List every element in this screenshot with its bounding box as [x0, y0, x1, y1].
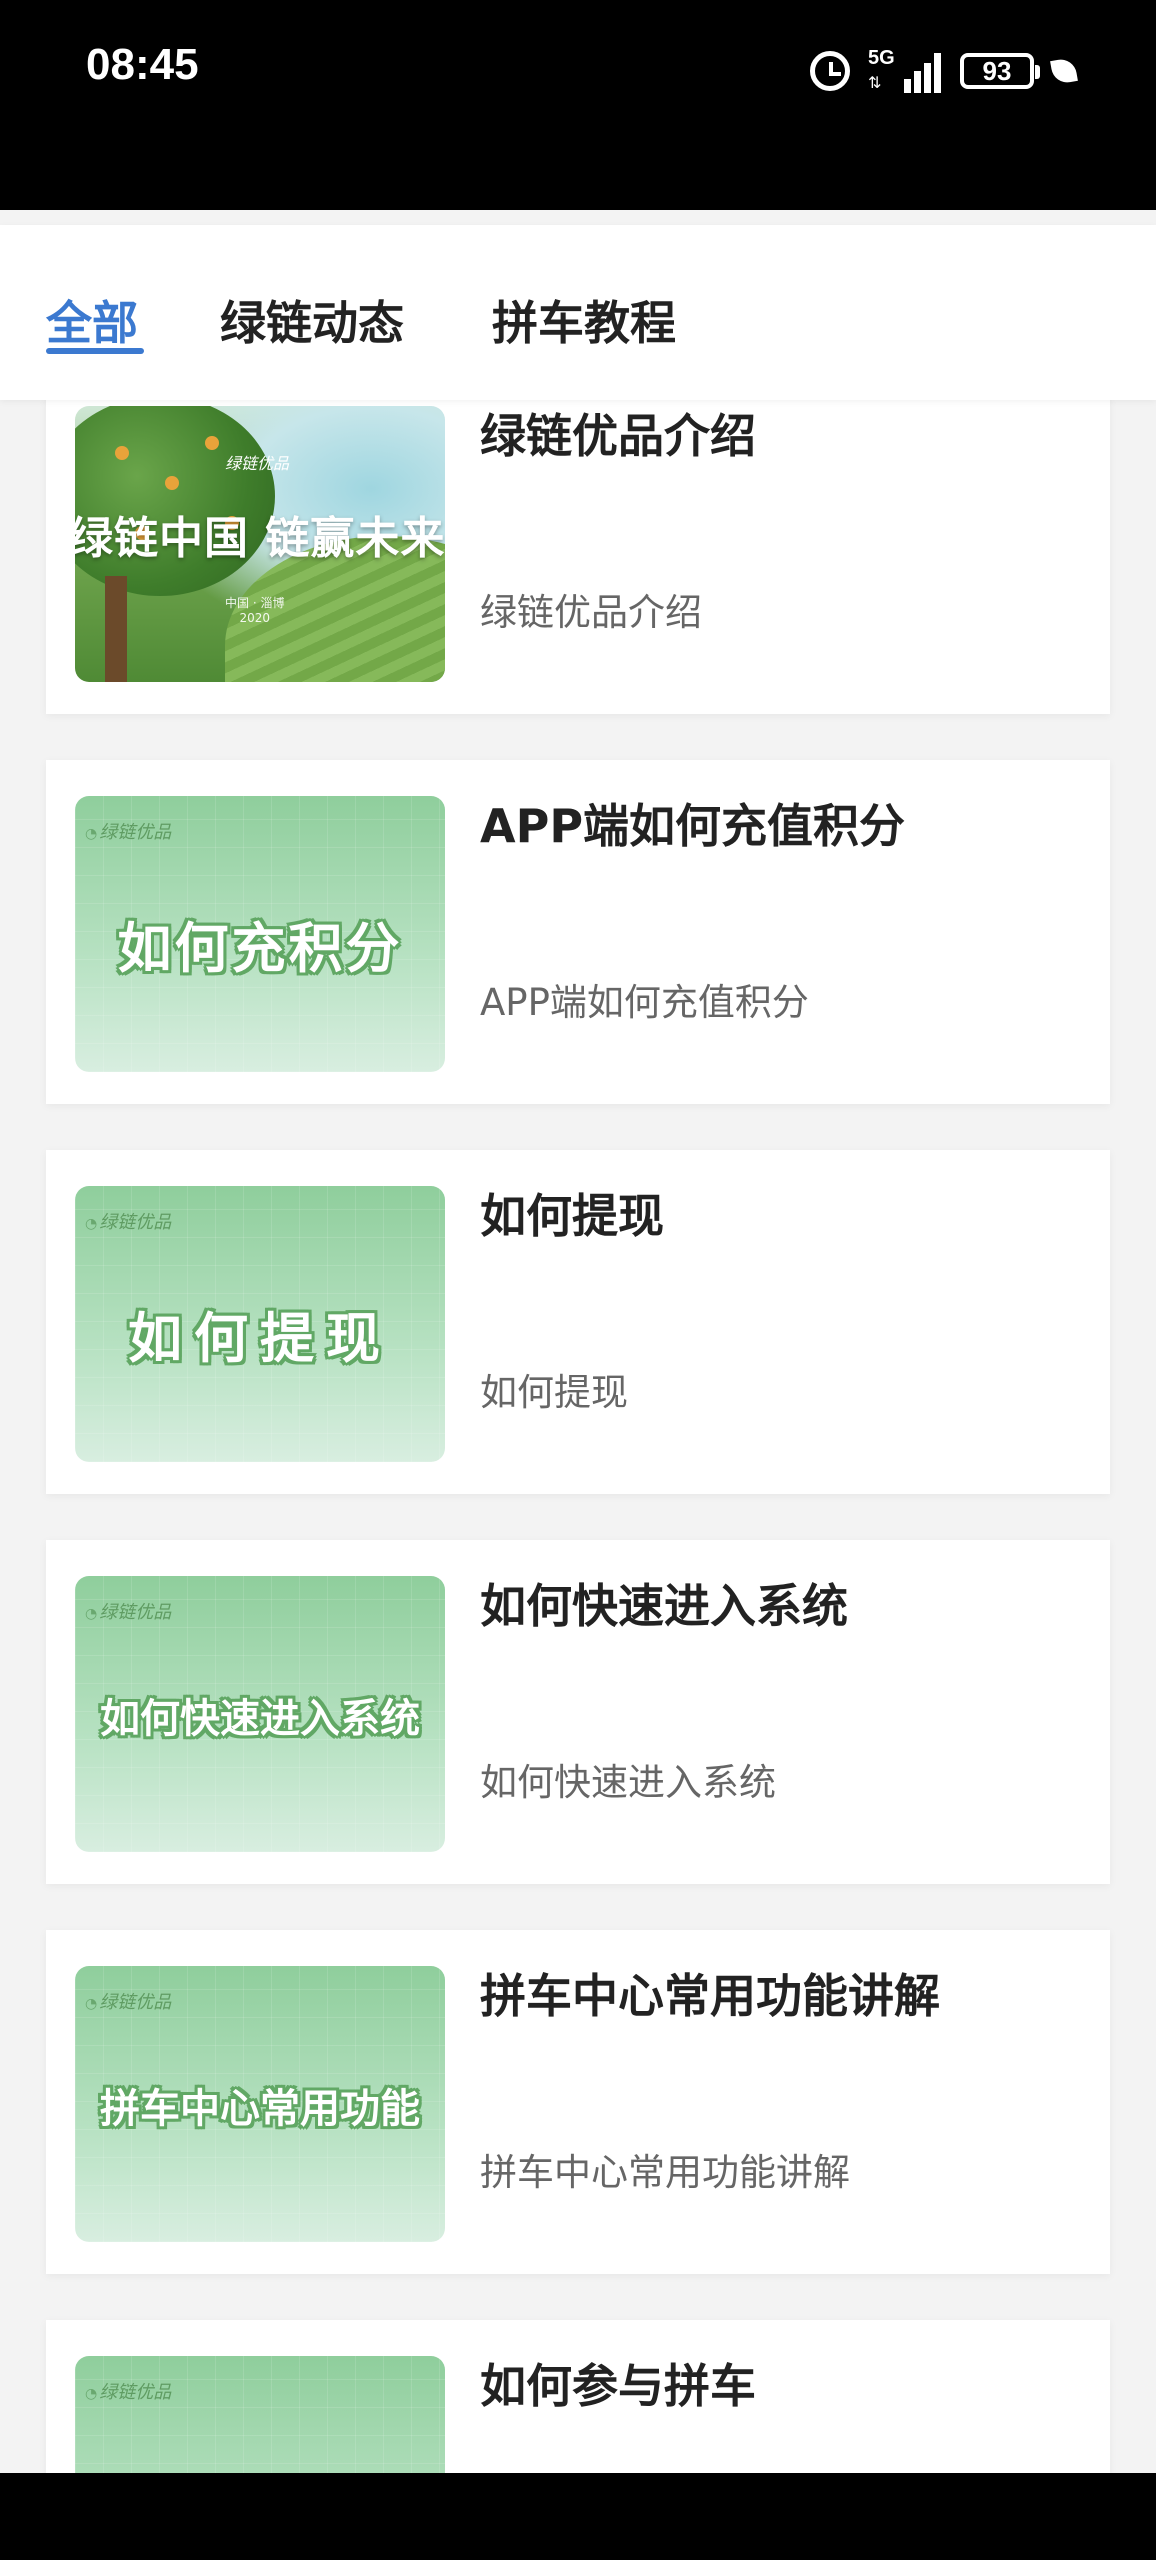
list-item[interactable]: 绿链优品 如何充积分 APP端如何充值积分 APP端如何充值积分	[46, 760, 1110, 1104]
list-item[interactable]: 绿链优品 绿链中国 链赢未来 中国 · 淄博 2020 绿链优品介绍 绿链优品介…	[46, 400, 1110, 714]
article-thumbnail: 绿链优品 如何提现	[75, 1186, 445, 1462]
network-type: 5G	[868, 47, 895, 69]
thumbnail-logo: 绿链优品	[85, 2378, 171, 2404]
thumbnail-logo: 绿链优品	[85, 818, 171, 844]
thumbnail-logo: 绿链优品	[85, 1598, 171, 1624]
thumbnail-text: 如何快速进入系统	[100, 1696, 420, 1742]
article-title[interactable]: 绿链优品介绍	[480, 400, 756, 466]
article-title[interactable]: 拼车中心常用功能讲解	[480, 1960, 940, 2026]
status-icons: 5G ⇅ 93	[810, 46, 1078, 96]
article-description: 如何提现	[480, 1371, 628, 1414]
list-item[interactable]: 绿链优品 如何快速进入系统 如何快速进入系统 如何快速进入系统	[46, 1540, 1110, 1884]
alarm-icon	[810, 51, 850, 91]
thumbnail-text: 如何充积分	[117, 917, 403, 980]
thumbnail-caption: 中国 · 淄博 2020	[225, 596, 285, 625]
article-thumbnail: 绿链优品 绿链中国 链赢未来 中国 · 淄博 2020	[75, 406, 445, 682]
leaf-icon	[1050, 57, 1078, 85]
tab-carpool-tutorial[interactable]: 拼车教程	[492, 287, 676, 353]
thumbnail-text: 拼车中心常用功能	[100, 2086, 420, 2132]
tab-bar: 全部 绿链动态 拼车教程	[0, 225, 1156, 400]
status-time: 08:45	[86, 40, 199, 89]
article-description: 拼车中心常用功能讲解	[480, 2151, 850, 2194]
battery-icon: 93	[960, 53, 1040, 89]
data-arrows-icon: ⇅	[868, 73, 882, 92]
system-navigation-bar	[0, 2473, 1156, 2560]
list-item[interactable]: 绿链优品 拼车中心常用功能 拼车中心常用功能讲解 拼车中心常用功能讲解	[46, 1930, 1110, 2274]
article-description: 如何快速进入系统	[480, 1761, 776, 1804]
status-bar: 08:45 5G ⇅ 93	[0, 0, 1156, 210]
active-tab-indicator	[46, 348, 144, 354]
thumbnail-text: 如何提现	[128, 1307, 392, 1370]
article-title[interactable]: 如何提现	[480, 1180, 664, 1246]
tab-green-chain-news[interactable]: 绿链动态	[220, 287, 404, 353]
article-thumbnail: 绿链优品 如何充积分	[75, 796, 445, 1072]
tab-all[interactable]: 全部	[46, 287, 138, 353]
article-thumbnail: 绿链优品 拼车中心常用功能	[75, 1966, 445, 2242]
battery-level: 93	[982, 55, 1012, 86]
article-title[interactable]: 如何快速进入系统	[480, 1570, 848, 1636]
thumbnail-logo: 绿链优品	[85, 1988, 171, 2014]
article-description: APP端如何充值积分	[480, 981, 809, 1024]
list-item[interactable]: 绿链优品 如何参与拼车	[46, 2320, 1110, 2473]
thumbnail-logo: 绿链优品	[225, 454, 290, 473]
thumbnail-slogan: 绿链中国 链赢未来	[75, 513, 445, 564]
article-thumbnail: 绿链优品 如何快速进入系统	[75, 1576, 445, 1852]
list-item[interactable]: 绿链优品 如何提现 如何提现 如何提现	[46, 1150, 1110, 1494]
article-title[interactable]: 如何参与拼车	[480, 2350, 756, 2416]
signal-icon: 5G ⇅	[868, 47, 942, 95]
article-description: 绿链优品介绍	[480, 591, 702, 634]
article-thumbnail: 绿链优品	[75, 2356, 445, 2473]
article-list[interactable]: 绿链优品 绿链中国 链赢未来 中国 · 淄博 2020 绿链优品介绍 绿链优品介…	[0, 400, 1156, 2473]
thumbnail-logo: 绿链优品	[85, 1208, 171, 1234]
article-title[interactable]: APP端如何充值积分	[480, 790, 905, 856]
